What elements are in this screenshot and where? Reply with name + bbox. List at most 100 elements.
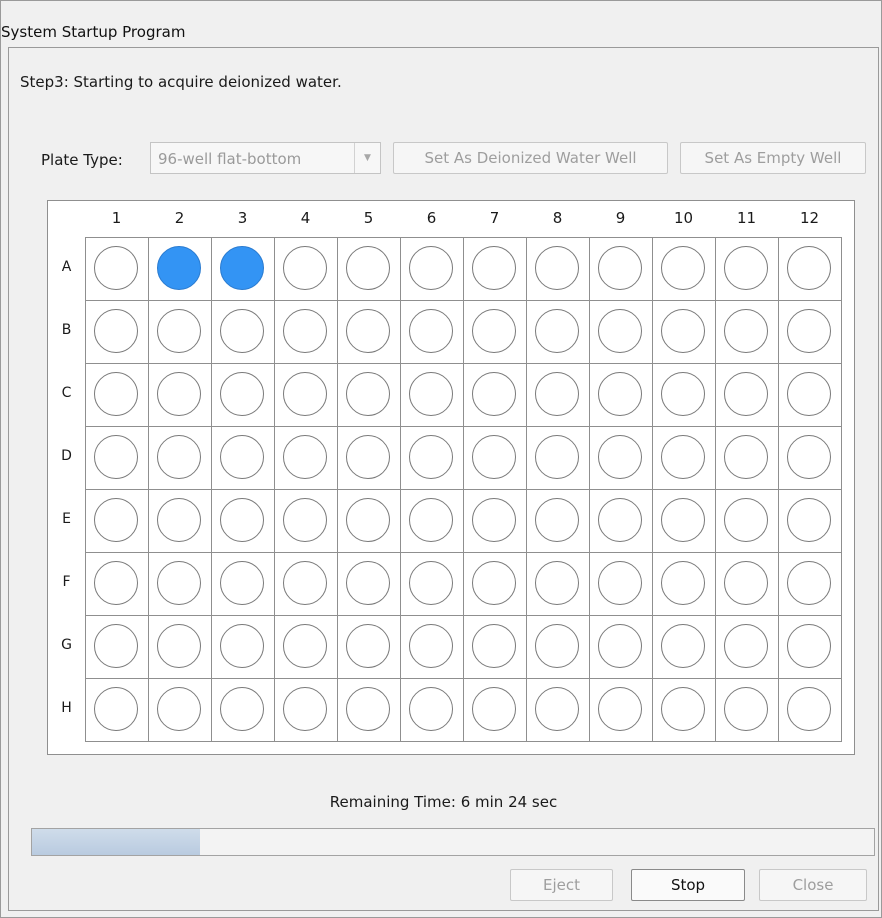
plate-cell[interactable]: [212, 616, 275, 679]
empty-well[interactable]: [787, 498, 831, 542]
plate-cell[interactable]: [527, 238, 590, 301]
empty-well[interactable]: [283, 246, 327, 290]
plate-cell[interactable]: [653, 679, 716, 742]
plate-cell[interactable]: [401, 427, 464, 490]
empty-well[interactable]: [535, 561, 579, 605]
plate-cell[interactable]: [275, 679, 338, 742]
plate-cell[interactable]: [716, 238, 779, 301]
plate-cell[interactable]: [212, 679, 275, 742]
empty-well[interactable]: [94, 372, 138, 416]
plate-cell[interactable]: [464, 427, 527, 490]
empty-well[interactable]: [220, 624, 264, 668]
empty-well[interactable]: [94, 561, 138, 605]
plate-cell[interactable]: [338, 301, 401, 364]
plate-cell[interactable]: [86, 553, 149, 616]
plate-cell[interactable]: [653, 301, 716, 364]
empty-well[interactable]: [220, 435, 264, 479]
plate-cell[interactable]: [527, 427, 590, 490]
empty-well[interactable]: [157, 309, 201, 353]
empty-well[interactable]: [535, 624, 579, 668]
plate-cell[interactable]: [149, 679, 212, 742]
water-well[interactable]: [220, 246, 264, 290]
plate-cell[interactable]: [212, 301, 275, 364]
plate-cell[interactable]: [86, 490, 149, 553]
empty-well[interactable]: [661, 624, 705, 668]
plate-cell[interactable]: [464, 238, 527, 301]
empty-well[interactable]: [787, 435, 831, 479]
plate-cell[interactable]: [464, 364, 527, 427]
empty-well[interactable]: [724, 561, 768, 605]
plate-cell[interactable]: [275, 427, 338, 490]
plate-cell[interactable]: [275, 301, 338, 364]
empty-well[interactable]: [346, 246, 390, 290]
empty-well[interactable]: [220, 309, 264, 353]
empty-well[interactable]: [598, 372, 642, 416]
plate-cell[interactable]: [653, 364, 716, 427]
plate-cell[interactable]: [716, 553, 779, 616]
empty-well[interactable]: [94, 498, 138, 542]
empty-well[interactable]: [787, 246, 831, 290]
plate-cell[interactable]: [527, 553, 590, 616]
empty-well[interactable]: [598, 309, 642, 353]
plate-cell[interactable]: [275, 238, 338, 301]
plate-cell[interactable]: [338, 490, 401, 553]
plate-cell[interactable]: [401, 301, 464, 364]
plate-cell[interactable]: [275, 553, 338, 616]
empty-well[interactable]: [724, 309, 768, 353]
empty-well[interactable]: [598, 498, 642, 542]
empty-well[interactable]: [661, 561, 705, 605]
empty-well[interactable]: [346, 309, 390, 353]
plate-cell[interactable]: [527, 616, 590, 679]
empty-well[interactable]: [94, 435, 138, 479]
empty-well[interactable]: [220, 561, 264, 605]
empty-well[interactable]: [157, 435, 201, 479]
plate-cell[interactable]: [590, 364, 653, 427]
plate-cell[interactable]: [149, 553, 212, 616]
empty-well[interactable]: [535, 372, 579, 416]
empty-well[interactable]: [661, 687, 705, 731]
plate-cell[interactable]: [338, 364, 401, 427]
plate-cell[interactable]: [149, 364, 212, 427]
empty-well[interactable]: [724, 372, 768, 416]
plate-cell[interactable]: [212, 364, 275, 427]
plate-cell[interactable]: [275, 364, 338, 427]
plate-cell[interactable]: [212, 490, 275, 553]
empty-well[interactable]: [661, 309, 705, 353]
plate-cell[interactable]: [338, 427, 401, 490]
empty-well[interactable]: [220, 687, 264, 731]
plate-cell[interactable]: [716, 616, 779, 679]
plate-cell[interactable]: [338, 679, 401, 742]
plate-cell[interactable]: [653, 427, 716, 490]
empty-well[interactable]: [283, 372, 327, 416]
plate-cell[interactable]: [401, 364, 464, 427]
empty-well[interactable]: [598, 435, 642, 479]
empty-well[interactable]: [283, 435, 327, 479]
dropdown-arrow-icon[interactable]: ▼: [354, 143, 380, 173]
empty-well[interactable]: [157, 372, 201, 416]
plate-cell[interactable]: [590, 679, 653, 742]
plate-cell[interactable]: [590, 427, 653, 490]
set-deionized-water-well-button[interactable]: Set As Deionized Water Well: [393, 142, 668, 174]
empty-well[interactable]: [409, 498, 453, 542]
plate-cell[interactable]: [590, 238, 653, 301]
empty-well[interactable]: [661, 372, 705, 416]
empty-well[interactable]: [661, 498, 705, 542]
eject-button[interactable]: Eject: [510, 869, 613, 901]
empty-well[interactable]: [283, 498, 327, 542]
plate-cell[interactable]: [653, 553, 716, 616]
plate-cell[interactable]: [338, 238, 401, 301]
empty-well[interactable]: [346, 372, 390, 416]
plate-cell[interactable]: [464, 490, 527, 553]
plate-cell[interactable]: [149, 238, 212, 301]
plate-cell[interactable]: [527, 679, 590, 742]
plate-cell[interactable]: [779, 490, 842, 553]
plate-cell[interactable]: [716, 679, 779, 742]
plate-cell[interactable]: [716, 490, 779, 553]
plate-cell[interactable]: [275, 490, 338, 553]
plate-cell[interactable]: [716, 427, 779, 490]
empty-well[interactable]: [346, 561, 390, 605]
plate-cell[interactable]: [86, 679, 149, 742]
empty-well[interactable]: [94, 624, 138, 668]
plate-cell[interactable]: [464, 616, 527, 679]
plate-cell[interactable]: [212, 553, 275, 616]
